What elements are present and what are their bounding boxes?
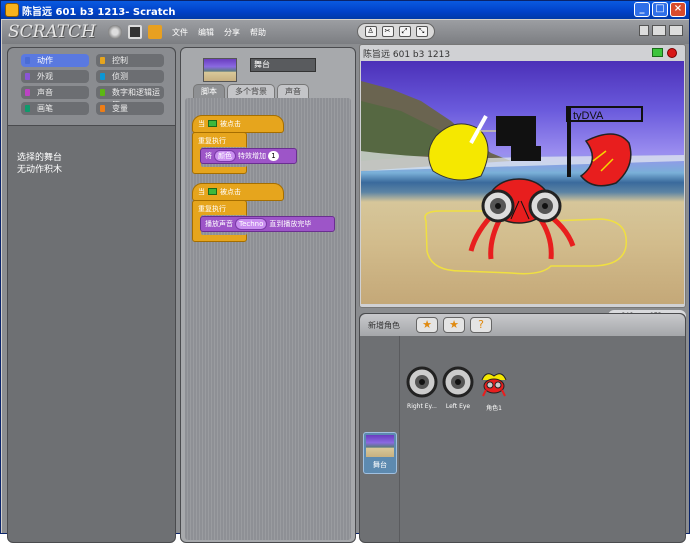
maximize-button[interactable]: □ bbox=[652, 2, 668, 17]
palette-message: 选择的舞台 无动作积木 bbox=[17, 152, 62, 176]
stage-scene: tyDVA bbox=[361, 81, 684, 275]
save-disk-icon[interactable] bbox=[127, 25, 142, 39]
sprite-1[interactable]: 角色1 bbox=[477, 366, 511, 412]
delete-tool-icon[interactable]: ✂ bbox=[381, 26, 394, 37]
paint-new-sprite-button[interactable]: ★ bbox=[416, 317, 438, 333]
editor-tabs: 脚本 多个背景 声音 bbox=[193, 84, 309, 98]
normal-stage-icon[interactable] bbox=[652, 25, 666, 36]
stop-button[interactable] bbox=[667, 48, 677, 58]
scratch-logo: SCRATCH bbox=[8, 22, 96, 42]
stage-panel: 陈旨远 601 b3 1213 tyDVA bbox=[359, 44, 686, 308]
menu-help[interactable]: 帮助 bbox=[250, 27, 266, 38]
duplicate-tool-icon[interactable]: ♙ bbox=[364, 26, 377, 37]
pen-swatch-icon bbox=[25, 105, 30, 112]
sign-text: tyDVA bbox=[573, 110, 604, 122]
category-sound[interactable]: 声音 bbox=[21, 86, 89, 99]
sprite-library: 新增角色 ★ ★ ? 舞台 Right Ey... Left Eye 角色1 bbox=[359, 313, 686, 543]
cursor-tools: ♙ ✂ ⤢ ⤡ bbox=[357, 23, 435, 40]
control-swatch-icon bbox=[100, 57, 105, 64]
sprite-name-field[interactable]: 舞台 bbox=[250, 58, 316, 72]
block-palette: 动作 控制 外观 侦测 声音 数字和逻辑运 画笔 变量 选择的舞台 无动作积木 bbox=[7, 47, 176, 543]
sensing-swatch-icon bbox=[100, 73, 105, 80]
scratch-cat-icon bbox=[5, 3, 19, 17]
minimize-button[interactable]: _ bbox=[634, 2, 650, 17]
green-flag-icon bbox=[208, 188, 217, 195]
menu-share[interactable]: 分享 bbox=[224, 27, 240, 38]
title-bar: 陈旨远 601 b3 1213- Scratch _ □ × bbox=[1, 1, 689, 19]
green-flag-icon bbox=[208, 120, 217, 127]
palette-message-line2: 无动作积木 bbox=[17, 165, 63, 175]
new-sprite-label: 新增角色 bbox=[368, 321, 400, 330]
stage-thumb-column: 舞台 bbox=[360, 336, 400, 542]
category-motion[interactable]: 动作 bbox=[21, 54, 89, 67]
menu-file[interactable]: 文件 bbox=[172, 27, 188, 38]
presentation-mode-icon[interactable] bbox=[669, 25, 683, 36]
motion-swatch-icon bbox=[25, 57, 30, 64]
close-button[interactable]: × bbox=[670, 2, 686, 17]
tab-scripts[interactable]: 脚本 bbox=[193, 84, 225, 98]
stage-canvas[interactable]: tyDVA bbox=[361, 61, 684, 304]
sprite-right-eye[interactable]: Right Ey... bbox=[405, 366, 439, 410]
category-variables[interactable]: 变量 bbox=[96, 102, 164, 115]
scripts-pane: 舞台 脚本 多个背景 声音 当被点击 重复执行 将颜色 特效增加 1 当 被点击… bbox=[180, 47, 356, 543]
menu-edit[interactable]: 编辑 bbox=[198, 27, 214, 38]
effect-value-input[interactable]: 1 bbox=[268, 151, 279, 161]
sprite-left-eye[interactable]: Left Eye bbox=[441, 366, 475, 410]
category-selector: 动作 控制 外观 侦测 声音 数字和逻辑运 画笔 变量 bbox=[8, 48, 175, 126]
sprite-library-bar: 新增角色 ★ ★ ? bbox=[360, 314, 685, 336]
choose-sprite-file-button[interactable]: ★ bbox=[443, 317, 465, 333]
window-title: 陈旨远 601 b3 1213- Scratch bbox=[22, 6, 176, 18]
variables-swatch-icon bbox=[100, 105, 105, 112]
scratch-window: 陈旨远 601 b3 1213- Scratch _ □ × SCRATCH 文… bbox=[0, 0, 690, 543]
share-icon[interactable] bbox=[147, 25, 162, 39]
project-title: 陈旨远 601 b3 1213 bbox=[363, 50, 451, 60]
when-flag-clicked-block[interactable]: 当被点击 bbox=[192, 115, 284, 133]
effect-dropdown[interactable]: 颜色 bbox=[214, 150, 236, 162]
operators-swatch-icon bbox=[100, 89, 105, 96]
play-sound-until-done-block[interactable]: 播放声音 Techno 直到播放完毕 bbox=[200, 216, 335, 232]
stage-thumb-label: 舞台 bbox=[373, 461, 387, 469]
when-flag-clicked-block-2[interactable]: 当被点击 bbox=[192, 183, 284, 201]
green-flag-button[interactable] bbox=[652, 48, 663, 57]
crab-icon bbox=[481, 373, 507, 397]
category-control[interactable]: 控制 bbox=[96, 54, 164, 67]
eye-wheel-icon bbox=[406, 366, 438, 398]
category-pen[interactable]: 画笔 bbox=[21, 102, 89, 115]
category-operators[interactable]: 数字和逻辑运算 bbox=[96, 86, 164, 110]
grow-tool-icon[interactable]: ⤢ bbox=[398, 26, 411, 37]
sound-dropdown[interactable]: Techno bbox=[235, 218, 268, 230]
shrink-tool-icon[interactable]: ⤡ bbox=[415, 26, 428, 37]
language-globe-icon[interactable] bbox=[107, 25, 122, 39]
change-effect-block[interactable]: 将颜色 特效增加 1 bbox=[200, 148, 297, 164]
stage-thumbnail bbox=[203, 58, 237, 82]
random-sprite-button[interactable]: ? bbox=[470, 317, 492, 333]
eye-wheel-icon bbox=[442, 366, 474, 398]
small-stage-icon[interactable] bbox=[639, 25, 649, 36]
category-looks[interactable]: 外观 bbox=[21, 70, 89, 83]
palette-message-line1: 选择的舞台 bbox=[17, 153, 63, 163]
looks-swatch-icon bbox=[25, 73, 30, 80]
stage-thumb[interactable]: 舞台 bbox=[363, 432, 397, 474]
app-body: SCRATCH 文件 编辑 分享 帮助 ♙ ✂ ⤢ ⤡ 动作 控制 外观 侦测 … bbox=[2, 20, 689, 543]
category-sensing[interactable]: 侦测 bbox=[96, 70, 164, 83]
tab-sounds[interactable]: 声音 bbox=[277, 84, 309, 98]
top-toolbar: SCRATCH 文件 编辑 分享 帮助 ♙ ✂ ⤢ ⤡ bbox=[2, 20, 689, 44]
sound-swatch-icon bbox=[25, 89, 30, 96]
tab-backgrounds[interactable]: 多个背景 bbox=[227, 84, 275, 98]
script-area[interactable]: 当被点击 重复执行 将颜色 特效增加 1 当被点击 重复执行 播放声音 Tech… bbox=[185, 98, 351, 540]
